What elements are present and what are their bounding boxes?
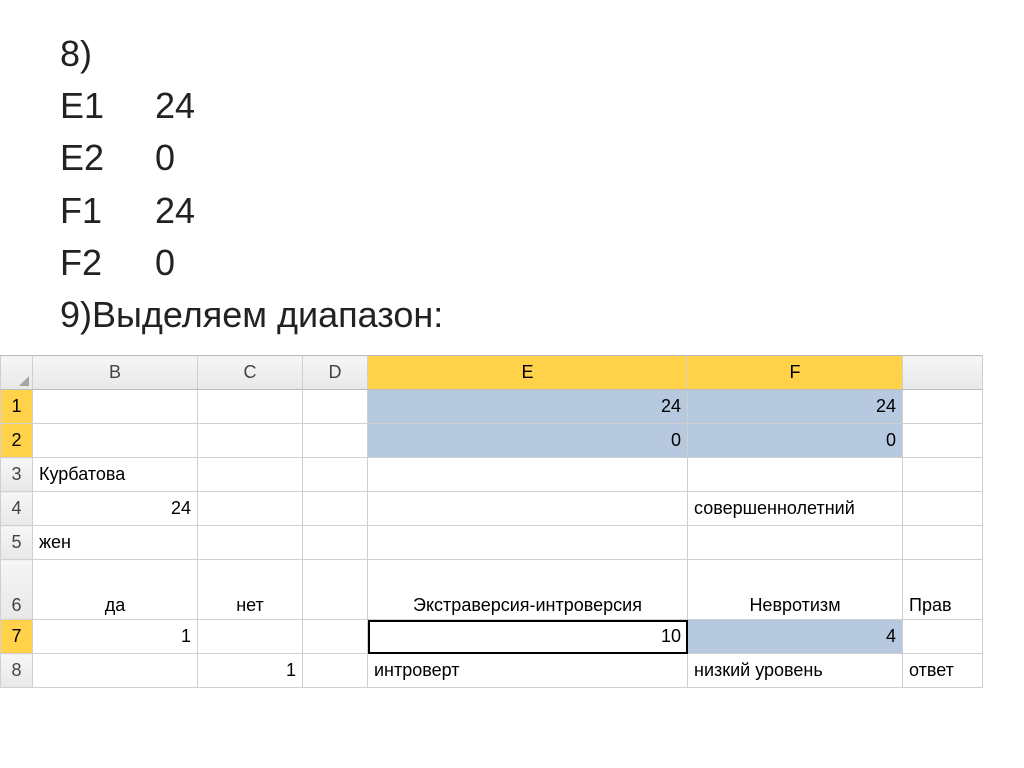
row-header-4[interactable]: 4 [1,492,33,526]
row-header-7[interactable]: 7 [1,620,33,654]
cell-b4[interactable]: 24 [33,492,198,526]
cell-c8[interactable]: 1 [198,654,303,688]
cell-f5[interactable] [688,526,903,560]
cell-d8[interactable] [303,654,368,688]
val-f2: 0 [155,237,175,289]
cell-f6[interactable]: Невротизм [688,560,903,620]
col-header-c[interactable]: C [198,356,303,390]
col-header-g[interactable] [903,356,983,390]
ref-f1: F1 [60,185,155,237]
spreadsheet-grid[interactable]: B C D E F 1 24 24 2 0 0 3 Кур [0,355,983,688]
cell-g3[interactable] [903,458,983,492]
cell-d4[interactable] [303,492,368,526]
cell-e4[interactable] [368,492,688,526]
row-header-1[interactable]: 1 [1,390,33,424]
cell-c5[interactable] [198,526,303,560]
cell-c4[interactable] [198,492,303,526]
ref-f2: F2 [60,237,155,289]
row-7[interactable]: 7 1 10 4 [1,620,983,654]
cell-c2[interactable] [198,424,303,458]
cell-g1[interactable] [903,390,983,424]
row-5[interactable]: 5 жен [1,526,983,560]
col-header-e[interactable]: E [368,356,688,390]
cell-g8[interactable]: ответ [903,654,983,688]
cell-e6[interactable]: Экстраверсия-интроверсия [368,560,688,620]
cell-g4[interactable] [903,492,983,526]
cell-g6[interactable]: Прав [903,560,983,620]
cell-d7[interactable] [303,620,368,654]
col-header-d[interactable]: D [303,356,368,390]
row-3[interactable]: 3 Курбатова [1,458,983,492]
cell-b3[interactable]: Курбатова [33,458,198,492]
row-header-8[interactable]: 8 [1,654,33,688]
cell-d6[interactable] [303,560,368,620]
row-1[interactable]: 1 24 24 [1,390,983,424]
select-all-corner[interactable] [1,356,33,390]
cell-b6[interactable]: да [33,560,198,620]
row-header-6[interactable]: 6 [1,560,33,620]
cell-b7[interactable]: 1 [33,620,198,654]
val-e1: 24 [155,80,195,132]
cell-c6[interactable]: нет [198,560,303,620]
cell-d1[interactable] [303,390,368,424]
cell-f3[interactable] [688,458,903,492]
cell-e1[interactable]: 24 [368,390,688,424]
instruction-text: 8) E1 24 E2 0 F1 24 F2 0 9)Выделяем диап… [0,0,1024,351]
cell-f4[interactable]: совершеннолетний [688,492,903,526]
col-header-b[interactable]: B [33,356,198,390]
cell-g5[interactable] [903,526,983,560]
step-8-label: 8) [60,28,964,80]
cell-b1[interactable] [33,390,198,424]
cell-g2[interactable] [903,424,983,458]
val-e2: 0 [155,132,175,184]
cell-b2[interactable] [33,424,198,458]
step-9-label: 9)Выделяем диапазон: [60,289,964,341]
cell-c1[interactable] [198,390,303,424]
cell-b8[interactable] [33,654,198,688]
cell-c7[interactable] [198,620,303,654]
row-8[interactable]: 8 1 интроверт низкий уровень ответ [1,654,983,688]
cell-f7[interactable]: 4 [688,620,903,654]
cell-e7[interactable]: 10 [368,620,688,654]
cell-f8[interactable]: низкий уровень [688,654,903,688]
cell-e3[interactable] [368,458,688,492]
cell-e8[interactable]: интроверт [368,654,688,688]
cell-f2[interactable]: 0 [688,424,903,458]
row-header-2[interactable]: 2 [1,424,33,458]
cell-e5[interactable] [368,526,688,560]
cell-e2[interactable]: 0 [368,424,688,458]
cell-d3[interactable] [303,458,368,492]
cell-f1[interactable]: 24 [688,390,903,424]
cell-d5[interactable] [303,526,368,560]
row-6[interactable]: 6 да нет Экстраверсия-интроверсия Неврот… [1,560,983,620]
column-header-row[interactable]: B C D E F [1,356,983,390]
row-4[interactable]: 4 24 совершеннолетний [1,492,983,526]
cell-b5[interactable]: жен [33,526,198,560]
cell-c3[interactable] [198,458,303,492]
cell-g7[interactable] [903,620,983,654]
row-header-5[interactable]: 5 [1,526,33,560]
ref-e2: E2 [60,132,155,184]
row-header-3[interactable]: 3 [1,458,33,492]
val-f1: 24 [155,185,195,237]
col-header-f[interactable]: F [688,356,903,390]
row-2[interactable]: 2 0 0 [1,424,983,458]
cell-d2[interactable] [303,424,368,458]
ref-e1: E1 [60,80,155,132]
